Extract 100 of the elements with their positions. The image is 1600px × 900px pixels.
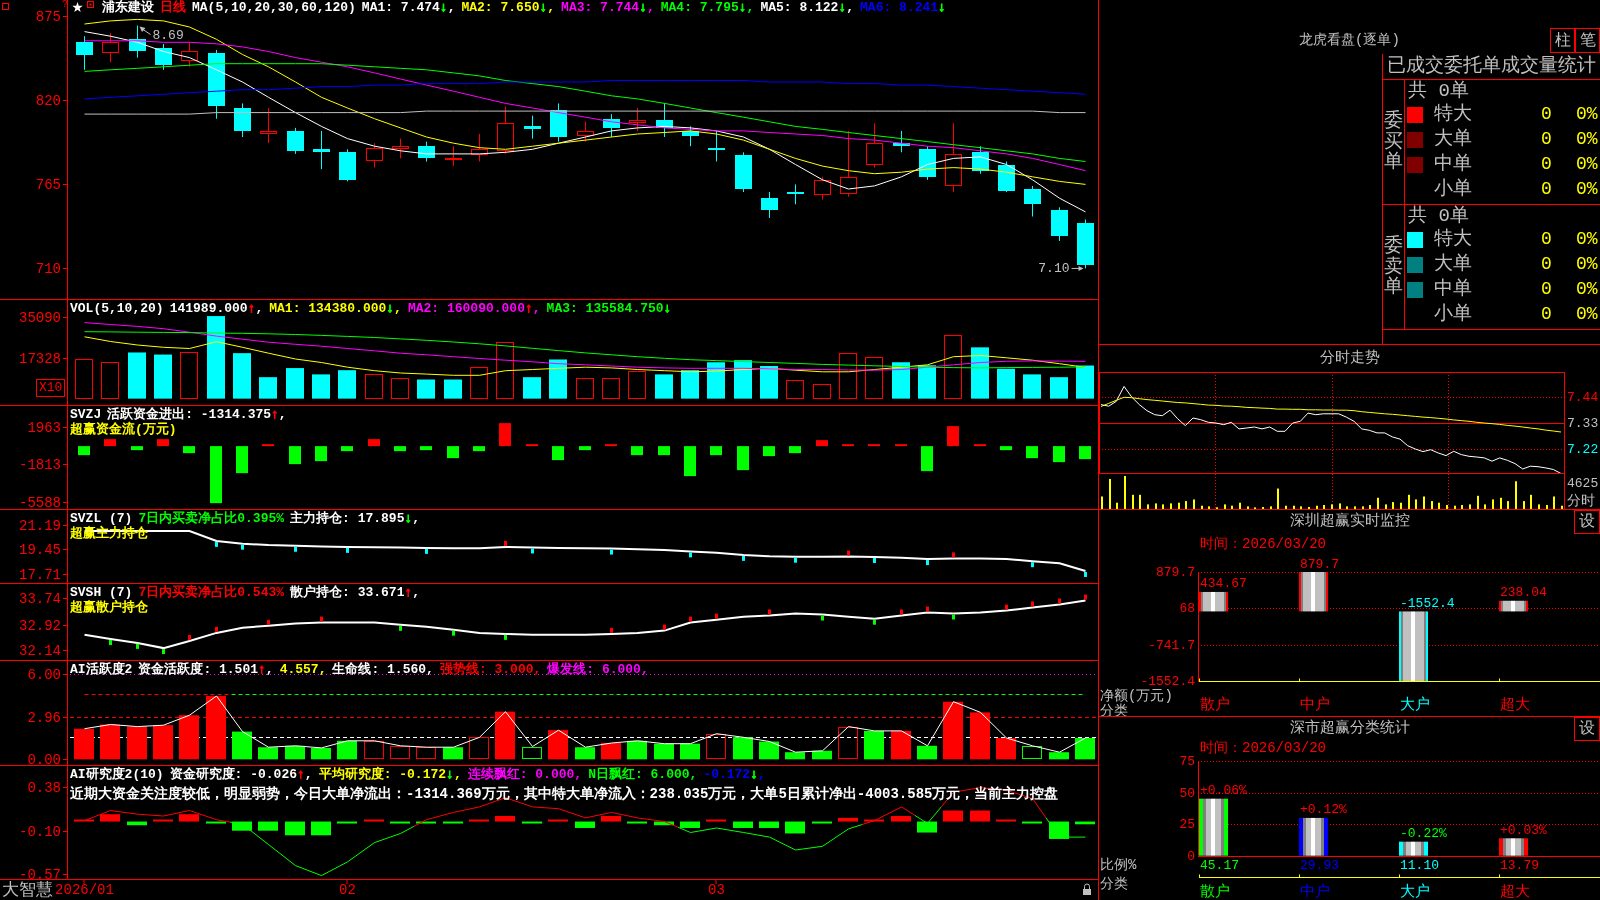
volume-bar	[734, 360, 752, 399]
research-bar	[206, 821, 226, 824]
candlestick	[787, 183, 804, 205]
point-marker	[689, 616, 692, 622]
point-marker	[425, 548, 428, 554]
research-bar	[522, 821, 542, 824]
toolbar-button[interactable]: 柱	[1550, 28, 1575, 53]
activity-bar	[1075, 738, 1095, 760]
legend-text: 超赢资金流(万元)	[70, 422, 177, 437]
research-bar	[443, 821, 463, 824]
candlestick	[840, 130, 857, 198]
fund-flow-bar	[420, 446, 432, 451]
point-marker	[1084, 571, 1087, 577]
research-bar	[390, 821, 410, 824]
legend-text: 生命线: 1.560,	[332, 662, 434, 677]
candlestick	[998, 161, 1015, 193]
order-size-label: 大单	[1434, 127, 1473, 153]
settings-button[interactable]: 设	[1574, 717, 1600, 741]
activity-bar	[627, 740, 647, 760]
net-amount-bar	[1199, 591, 1228, 612]
volume-bar	[1023, 374, 1041, 399]
y-axis-label: 35090	[19, 309, 61, 326]
y-axis-label: -1552.4	[1140, 674, 1195, 689]
y-axis-label: 7.22	[1567, 442, 1599, 457]
activity-bar	[153, 725, 173, 760]
data-label: 238.04	[1500, 585, 1547, 601]
y-axis-label: 21.19	[19, 517, 61, 534]
research-bar	[680, 821, 700, 828]
volume-bar	[75, 359, 93, 399]
research-bar	[495, 816, 515, 822]
activity-bar	[364, 741, 384, 759]
candlestick	[893, 130, 910, 153]
activity-bar	[943, 701, 963, 760]
legend-text: MA(5,10,20,30,60,120)	[192, 0, 356, 15]
y-axis-label: 25	[1179, 817, 1195, 832]
fund-flow-bar	[315, 446, 327, 462]
legend-text: MA3: 7.744↓,	[561, 0, 655, 15]
point-marker	[294, 546, 297, 552]
net-amount-bar	[1399, 611, 1428, 681]
activity-bar	[522, 747, 542, 759]
category-label: 大户	[1400, 883, 1430, 900]
ratio-bar	[1499, 838, 1528, 856]
fund-flow-bar	[262, 444, 274, 447]
net-amount-bar	[1299, 572, 1328, 612]
point-marker	[794, 557, 797, 563]
y-axis-label: 2.96	[27, 709, 61, 726]
research-bar	[548, 819, 568, 822]
point-marker	[926, 560, 929, 566]
point-marker	[267, 619, 270, 625]
candlestick	[313, 130, 330, 170]
fund-flow-bar	[737, 446, 749, 471]
order-count: 0	[1541, 303, 1553, 326]
fund-flow-bar	[974, 444, 986, 447]
category-label: 中户	[1300, 883, 1330, 900]
point-marker	[873, 557, 876, 563]
legend-text: 超赢散户持仓	[70, 600, 148, 615]
order-share: 0%	[1576, 278, 1598, 301]
point-marker	[241, 544, 244, 550]
lock-icon	[1083, 883, 1091, 895]
research-bar	[153, 819, 173, 822]
fund-flow-bar	[210, 446, 222, 504]
volume-bar	[786, 380, 804, 399]
order-total: 共 0单	[1407, 80, 1470, 102]
fund-flow-bar	[499, 423, 511, 447]
activity-bar	[733, 737, 753, 760]
settings-button[interactable]: 设	[1574, 510, 1600, 534]
candlestick	[208, 49, 225, 120]
candlestick	[1051, 206, 1068, 242]
legend-text: 平均研究度: -0.172↓,	[318, 767, 462, 782]
volume-bar	[576, 378, 594, 399]
volume-bar	[444, 379, 462, 399]
legend-text: 爆发线: 6.000,	[547, 662, 649, 677]
square-icon	[87, 1, 94, 8]
ratio-bar	[1299, 817, 1328, 856]
y-axis-label: 17328	[19, 350, 61, 367]
fund-flow-bar	[710, 446, 722, 456]
legend-text: MA6: 8.241↓	[860, 0, 946, 15]
category-label: 超大	[1500, 696, 1530, 714]
volume-bar	[128, 352, 146, 399]
legend-text: 浦东建设	[102, 0, 154, 15]
point-marker	[663, 624, 666, 630]
volume-bar	[180, 352, 198, 399]
toolbar-button[interactable]: 笔	[1575, 28, 1600, 53]
legend-text: AI活跃度2	[70, 662, 133, 677]
order-count: 0	[1541, 278, 1553, 301]
legend-text: MA3: 135584.750↓	[546, 301, 672, 316]
point-marker	[1031, 562, 1034, 568]
point-marker	[162, 649, 165, 655]
fund-flow-bar	[131, 446, 143, 451]
activity-bar	[127, 726, 147, 760]
axis-title: 净额(万元)	[1100, 688, 1173, 704]
order-share: 0%	[1576, 228, 1598, 251]
research-bar	[1022, 821, 1042, 824]
volume-bar	[813, 384, 831, 399]
fund-flow-bar	[104, 439, 116, 447]
change-label: -0.22%	[1400, 826, 1447, 842]
candlestick	[392, 138, 409, 159]
legend-text: N日飘红: 6.000,	[588, 767, 698, 782]
arrow-icon	[139, 26, 151, 35]
point-marker	[346, 547, 349, 553]
